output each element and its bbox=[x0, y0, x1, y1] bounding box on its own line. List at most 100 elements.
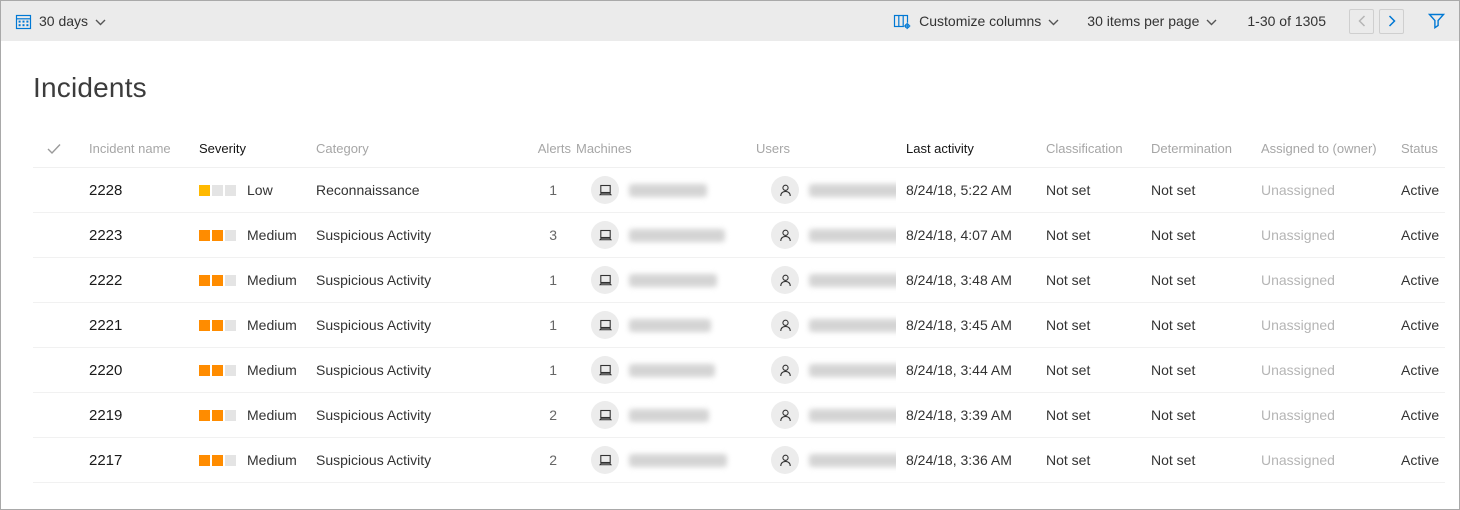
toolbar-right: Customize columns 30 items per page 1-30… bbox=[893, 9, 1445, 34]
user-icon bbox=[771, 311, 799, 339]
table-row[interactable]: 2219 Medium Suspicious Activity 2 bbox=[33, 393, 1445, 438]
page-title: Incidents bbox=[33, 72, 1459, 104]
last-activity-cell: 8/24/18, 5:22 AM bbox=[896, 182, 1036, 198]
last-activity-cell: 8/24/18, 3:36 AM bbox=[896, 452, 1036, 468]
alerts-count: 1 bbox=[511, 317, 573, 333]
column-header-status[interactable]: Status bbox=[1391, 141, 1445, 156]
incident-name-link[interactable]: 2222 bbox=[89, 272, 199, 289]
table-row[interactable]: 2228 Low Reconnaissance 1 bbox=[33, 168, 1445, 213]
machine-icon bbox=[591, 266, 619, 294]
column-header-determination[interactable]: Determination bbox=[1141, 141, 1251, 156]
calendar-icon bbox=[15, 13, 32, 30]
redacted-machine-name bbox=[629, 319, 711, 332]
user-link[interactable] bbox=[753, 311, 896, 339]
category-cell: Reconnaissance bbox=[316, 182, 511, 198]
redacted-machine-name bbox=[629, 184, 707, 197]
column-header-alerts[interactable]: Alerts bbox=[511, 141, 573, 156]
machine-icon bbox=[591, 221, 619, 249]
last-activity-cell: 8/24/18, 3:39 AM bbox=[896, 407, 1036, 423]
column-header-category[interactable]: Category bbox=[316, 141, 511, 156]
table-row[interactable]: 2222 Medium Suspicious Activity 1 bbox=[33, 258, 1445, 303]
table-row[interactable]: 2221 Medium Suspicious Activity 1 bbox=[33, 303, 1445, 348]
user-icon bbox=[771, 266, 799, 294]
severity-indicator bbox=[199, 455, 238, 466]
filter-icon[interactable] bbox=[1428, 13, 1445, 29]
category-cell: Suspicious Activity bbox=[316, 272, 511, 288]
severity-label: Low bbox=[247, 182, 273, 198]
previous-page-button[interactable] bbox=[1349, 9, 1374, 34]
severity-indicator bbox=[199, 365, 238, 376]
alerts-count: 1 bbox=[511, 182, 573, 198]
chevron-down-icon bbox=[1206, 19, 1217, 26]
user-link[interactable] bbox=[753, 446, 896, 474]
machine-link[interactable] bbox=[573, 221, 753, 249]
classification-cell: Not set bbox=[1036, 452, 1141, 468]
column-header-last-activity[interactable]: Last activity bbox=[896, 141, 1036, 156]
machine-link[interactable] bbox=[573, 401, 753, 429]
table-row[interactable]: 2220 Medium Suspicious Activity 1 bbox=[33, 348, 1445, 393]
column-header-incident-name[interactable]: Incident name bbox=[89, 141, 199, 156]
user-link[interactable] bbox=[753, 356, 896, 384]
last-activity-cell: 8/24/18, 3:45 AM bbox=[896, 317, 1036, 333]
severity-label: Medium bbox=[247, 452, 297, 468]
severity-cell: Low bbox=[199, 182, 316, 198]
category-cell: Suspicious Activity bbox=[316, 362, 511, 378]
items-per-page-dropdown[interactable]: 30 items per page bbox=[1087, 13, 1217, 29]
customize-columns-dropdown[interactable]: Customize columns bbox=[893, 13, 1059, 30]
user-icon bbox=[771, 401, 799, 429]
machine-link[interactable] bbox=[573, 266, 753, 294]
user-link[interactable] bbox=[753, 266, 896, 294]
redacted-machine-name bbox=[629, 229, 725, 242]
incident-name-link[interactable]: 2223 bbox=[89, 227, 199, 244]
table-body: 2228 Low Reconnaissance 1 bbox=[33, 168, 1445, 483]
severity-cell: Medium bbox=[199, 362, 316, 378]
classification-cell: Not set bbox=[1036, 362, 1141, 378]
severity-indicator bbox=[199, 275, 238, 286]
status-cell: Active bbox=[1391, 272, 1445, 288]
status-cell: Active bbox=[1391, 182, 1445, 198]
status-cell: Active bbox=[1391, 317, 1445, 333]
column-header-assigned-to[interactable]: Assigned to (owner) bbox=[1251, 141, 1391, 156]
assigned-to-cell: Unassigned bbox=[1251, 272, 1391, 288]
machine-link[interactable] bbox=[573, 356, 753, 384]
severity-label: Medium bbox=[247, 407, 297, 423]
select-all-check-icon[interactable] bbox=[33, 143, 89, 155]
alerts-count: 1 bbox=[511, 362, 573, 378]
customize-columns-icon bbox=[893, 13, 912, 30]
determination-cell: Not set bbox=[1141, 362, 1251, 378]
determination-cell: Not set bbox=[1141, 272, 1251, 288]
assigned-to-cell: Unassigned bbox=[1251, 317, 1391, 333]
redacted-machine-name bbox=[629, 454, 727, 467]
severity-indicator bbox=[199, 185, 238, 196]
last-activity-cell: 8/24/18, 3:48 AM bbox=[896, 272, 1036, 288]
last-activity-cell: 8/24/18, 3:44 AM bbox=[896, 362, 1036, 378]
user-link[interactable] bbox=[753, 221, 896, 249]
incident-name-link[interactable]: 2228 bbox=[89, 182, 199, 199]
machine-link[interactable] bbox=[573, 176, 753, 204]
assigned-to-cell: Unassigned bbox=[1251, 407, 1391, 423]
incident-name-link[interactable]: 2219 bbox=[89, 407, 199, 424]
machine-link[interactable] bbox=[573, 446, 753, 474]
machine-icon bbox=[591, 401, 619, 429]
time-range-dropdown[interactable]: 30 days bbox=[15, 13, 106, 30]
user-link[interactable] bbox=[753, 401, 896, 429]
redacted-user-name bbox=[809, 454, 896, 467]
table-row[interactable]: 2223 Medium Suspicious Activity 3 bbox=[33, 213, 1445, 258]
incident-name-link[interactable]: 2221 bbox=[89, 317, 199, 334]
table-row[interactable]: 2217 Medium Suspicious Activity 2 bbox=[33, 438, 1445, 483]
severity-label: Medium bbox=[247, 362, 297, 378]
next-page-button[interactable] bbox=[1379, 9, 1404, 34]
machine-link[interactable] bbox=[573, 311, 753, 339]
chevron-down-icon bbox=[1048, 19, 1059, 26]
column-header-classification[interactable]: Classification bbox=[1036, 141, 1141, 156]
incident-name-link[interactable]: 2217 bbox=[89, 452, 199, 469]
determination-cell: Not set bbox=[1141, 317, 1251, 333]
severity-indicator bbox=[199, 410, 238, 421]
redacted-machine-name bbox=[629, 409, 709, 422]
incident-name-link[interactable]: 2220 bbox=[89, 362, 199, 379]
column-header-machines[interactable]: Machines bbox=[573, 141, 753, 156]
column-header-users[interactable]: Users bbox=[753, 141, 896, 156]
column-header-severity[interactable]: Severity bbox=[199, 141, 316, 156]
user-link[interactable] bbox=[753, 176, 896, 204]
toolbar: 30 days Customize co bbox=[1, 1, 1459, 41]
